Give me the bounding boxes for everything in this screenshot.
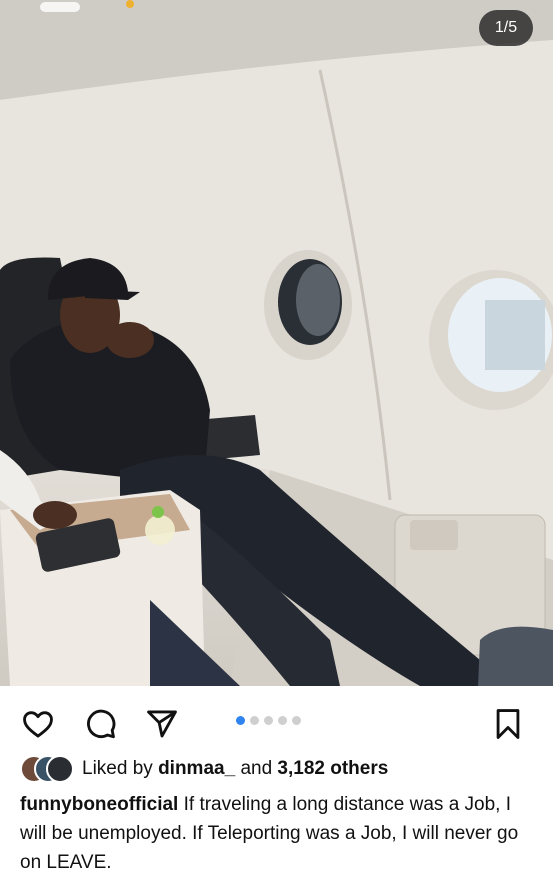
post-action-bar bbox=[0, 686, 553, 754]
carousel-dot-active bbox=[236, 716, 245, 725]
likes-summary: Liked by dinmaa_ and 3,182 others bbox=[82, 758, 388, 780]
likes-row[interactable]: Liked by dinmaa_ and 3,182 others bbox=[20, 754, 388, 784]
carousel-indicator bbox=[236, 716, 301, 725]
carousel-dot bbox=[250, 716, 259, 725]
carousel-dot bbox=[264, 716, 273, 725]
comment-icon bbox=[87, 709, 116, 739]
like-button[interactable] bbox=[18, 704, 58, 744]
comment-button[interactable] bbox=[80, 704, 120, 744]
carousel-page-counter: 1/5 bbox=[479, 10, 533, 46]
liker-avatars bbox=[20, 755, 76, 783]
likes-others-count[interactable]: 3,182 others bbox=[277, 758, 388, 779]
save-button[interactable] bbox=[488, 704, 528, 744]
carousel-dot bbox=[292, 716, 301, 725]
likes-connector: and bbox=[240, 758, 273, 779]
liker-username[interactable]: dinmaa_ bbox=[158, 758, 235, 779]
likes-prefix: Liked by bbox=[82, 758, 153, 779]
post-photo bbox=[0, 0, 553, 686]
bookmark-icon bbox=[496, 709, 520, 739]
caption-username[interactable]: funnyboneofficial bbox=[20, 794, 178, 815]
send-icon bbox=[147, 710, 177, 738]
carousel-dot bbox=[278, 716, 287, 725]
avatar bbox=[46, 755, 74, 783]
share-button[interactable] bbox=[142, 704, 182, 744]
post-caption: funnyboneofficial If traveling a long di… bbox=[20, 790, 535, 877]
post-image[interactable]: 1/5 bbox=[0, 0, 553, 686]
heart-icon bbox=[23, 711, 53, 738]
